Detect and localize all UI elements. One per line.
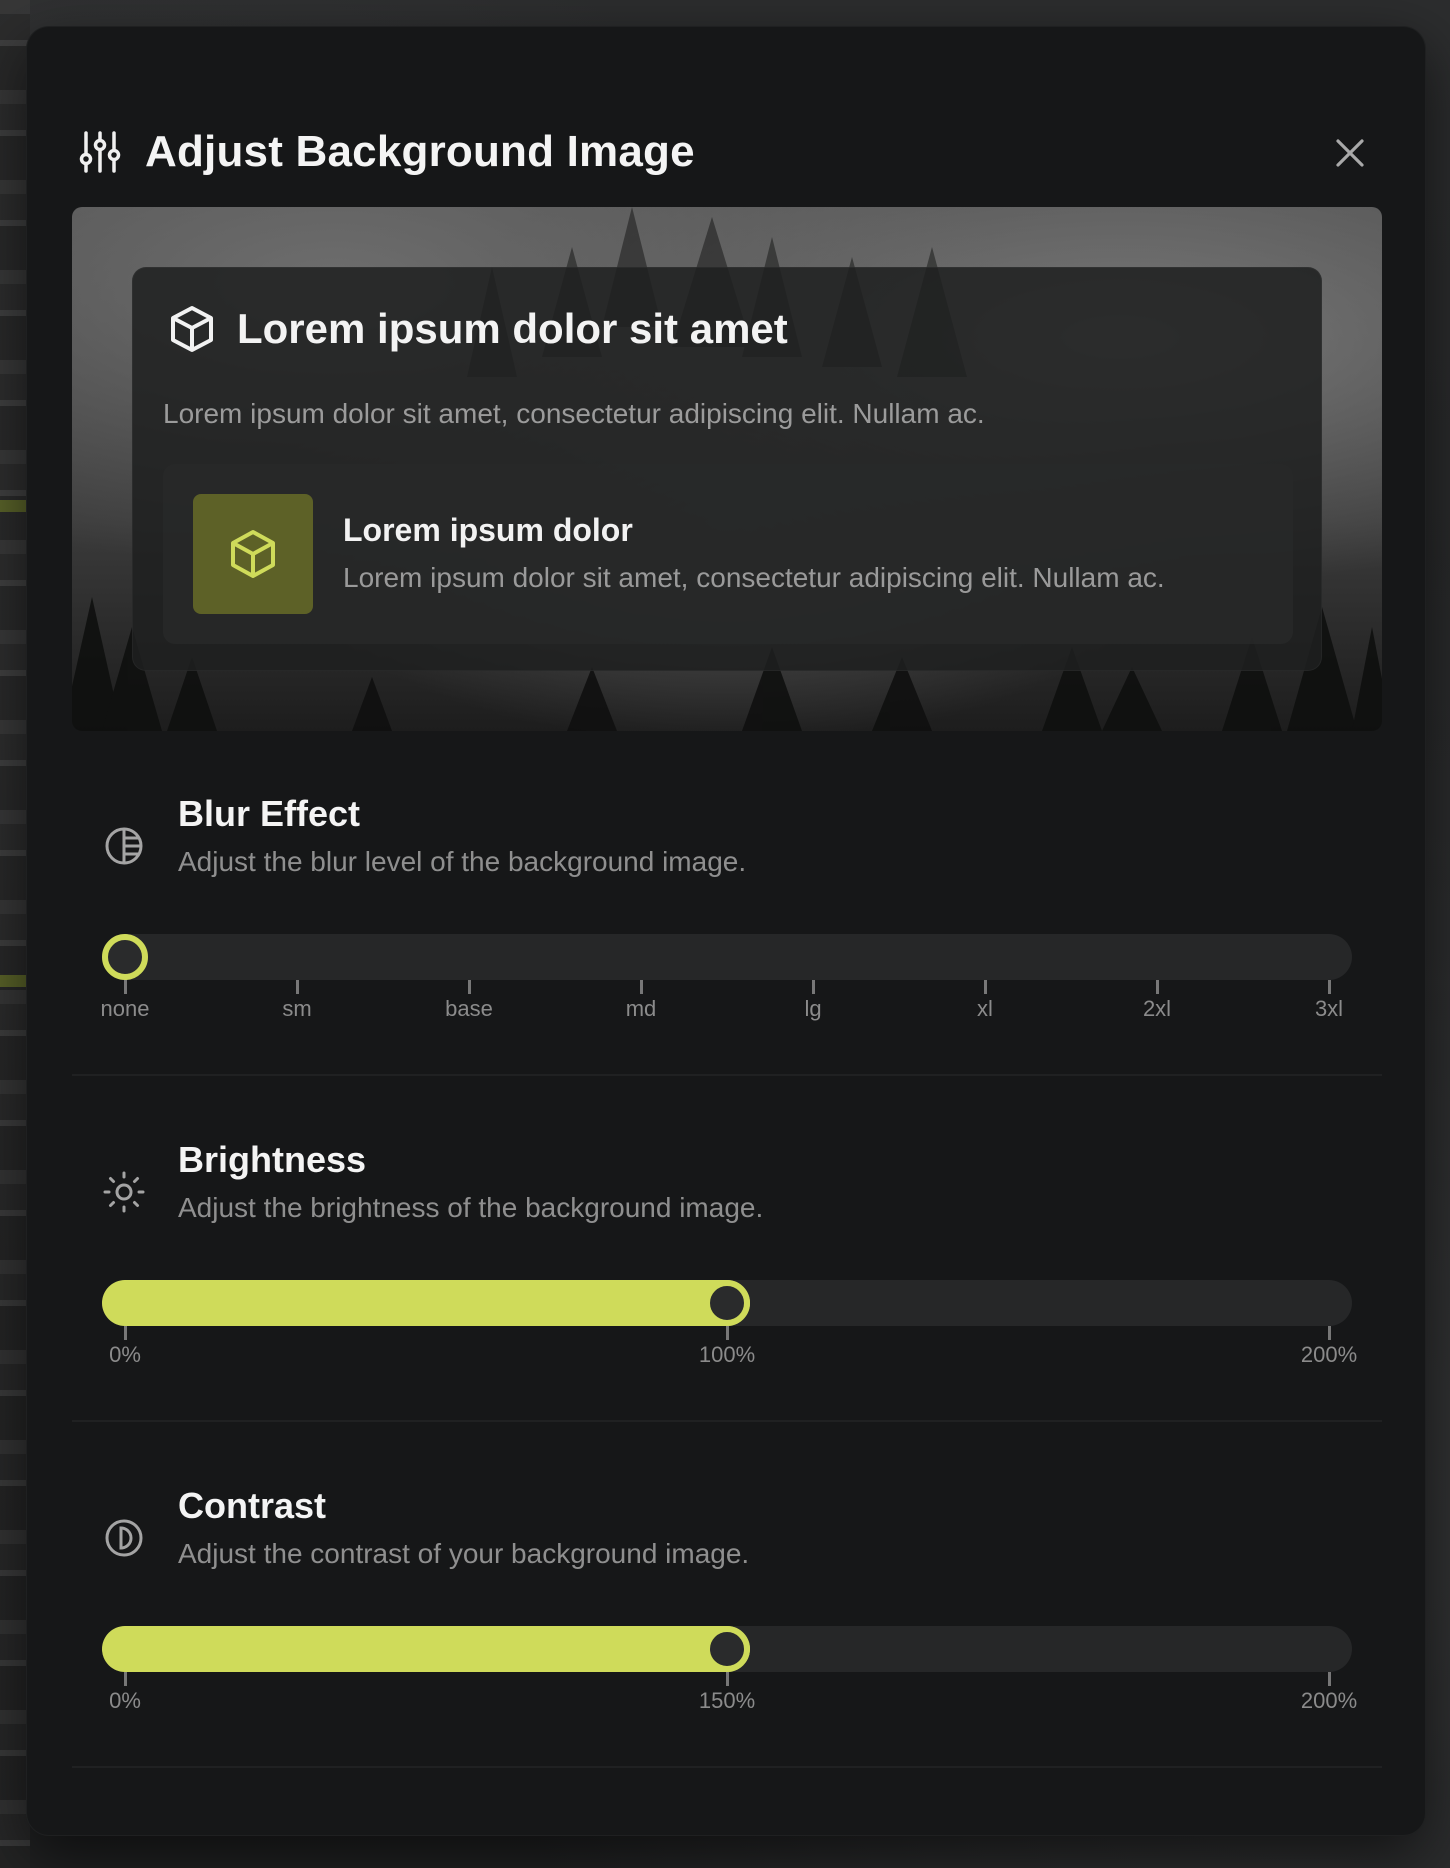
section-divider xyxy=(72,1766,1382,1768)
preview-card-description: Lorem ipsum dolor sit amet, consectetur … xyxy=(163,398,985,429)
brightness-tick-label: 100% xyxy=(698,1342,756,1367)
blur-tick xyxy=(812,980,815,994)
blur-tick xyxy=(640,980,643,994)
section-divider xyxy=(72,1420,1382,1422)
contrast-description: Adjust the contrast of your background i… xyxy=(178,1538,750,1569)
contrast-tick xyxy=(1328,1672,1331,1686)
blur-tick xyxy=(1328,980,1331,994)
preview-card: Lorem ipsum dolor sit amet Lorem ipsum d… xyxy=(132,267,1322,671)
contrast-tick xyxy=(124,1672,127,1686)
blur-title: Blur Effect xyxy=(178,793,361,834)
blur-tick-label: xl xyxy=(977,996,993,1021)
sun-icon xyxy=(103,1171,145,1213)
brightness-slider[interactable] xyxy=(102,1280,1352,1326)
background-preview: Lorem ipsum dolor sit amet Lorem ipsum d… xyxy=(72,207,1382,731)
blur-icon xyxy=(105,827,143,865)
section-divider xyxy=(72,1074,1382,1076)
blur-tick-label: sm xyxy=(282,996,312,1021)
preview-item-title: Lorem ipsum dolor xyxy=(343,512,633,548)
modal-title: Adjust Background Image xyxy=(145,127,695,176)
blur-tick xyxy=(124,980,127,994)
contrast-slider-thumb[interactable] xyxy=(704,1626,750,1672)
brightness-description: Adjust the brightness of the background … xyxy=(178,1192,764,1223)
blur-tick-label: lg xyxy=(804,996,822,1021)
blur-description: Adjust the blur level of the background … xyxy=(178,846,747,877)
item-icon-tile xyxy=(193,494,313,614)
blur-tick-label: none xyxy=(100,996,150,1021)
blur-tick-label: 3xl xyxy=(1314,996,1344,1021)
contrast-tick-label: 200% xyxy=(1300,1688,1358,1713)
contrast-title: Contrast xyxy=(178,1485,327,1526)
blur-tick xyxy=(296,980,299,994)
blur-section: Blur Effect Adjust the blur level of the… xyxy=(72,782,1382,1062)
preview-item-description: Lorem ipsum dolor sit amet, consectetur … xyxy=(343,562,1165,593)
contrast-slider[interactable] xyxy=(102,1626,1352,1672)
brightness-tick xyxy=(1328,1326,1331,1340)
contrast-icon xyxy=(105,1519,143,1557)
contrast-section: Contrast Adjust the contrast of your bac… xyxy=(72,1474,1382,1754)
backdrop xyxy=(0,0,30,1868)
contrast-tick-label: 150% xyxy=(698,1688,756,1713)
brightness-title: Brightness xyxy=(178,1139,367,1180)
brightness-tick-label: 200% xyxy=(1300,1342,1358,1367)
adjust-background-modal: Adjust Background Image Lorem ipsum dolo… xyxy=(27,27,1425,1835)
brightness-slider-fill xyxy=(102,1280,750,1326)
contrast-slider-fill xyxy=(102,1626,750,1672)
blur-tick xyxy=(984,980,987,994)
backdrop-accent xyxy=(0,975,30,987)
blur-tick-label: base xyxy=(445,996,493,1021)
brightness-tick-label: 0% xyxy=(109,1342,141,1367)
contrast-tick xyxy=(726,1672,729,1686)
blur-slider[interactable] xyxy=(102,934,1352,980)
blur-tick-label: 2xl xyxy=(1142,996,1172,1021)
preview-card-title: Lorem ipsum dolor sit amet xyxy=(237,305,788,352)
brightness-tick xyxy=(124,1326,127,1340)
modal-header: Adjust Background Image xyxy=(77,122,1375,182)
blur-tick-label: md xyxy=(625,996,657,1021)
sliders-icon xyxy=(79,131,121,173)
blur-tick xyxy=(1156,980,1159,994)
cube-icon xyxy=(171,306,213,352)
cube-icon xyxy=(231,530,275,578)
brightness-slider-thumb[interactable] xyxy=(704,1280,750,1326)
preview-list-item: Lorem ipsum dolor Lorem ipsum dolor sit … xyxy=(163,464,1293,644)
contrast-tick-label: 0% xyxy=(109,1688,141,1713)
close-icon[interactable] xyxy=(1325,128,1375,178)
backdrop-accent xyxy=(0,500,30,512)
blur-tick xyxy=(468,980,471,994)
blur-slider-thumb[interactable] xyxy=(102,934,148,980)
brightness-tick xyxy=(726,1326,729,1340)
brightness-section: Brightness Adjust the brightness of the … xyxy=(72,1128,1382,1408)
